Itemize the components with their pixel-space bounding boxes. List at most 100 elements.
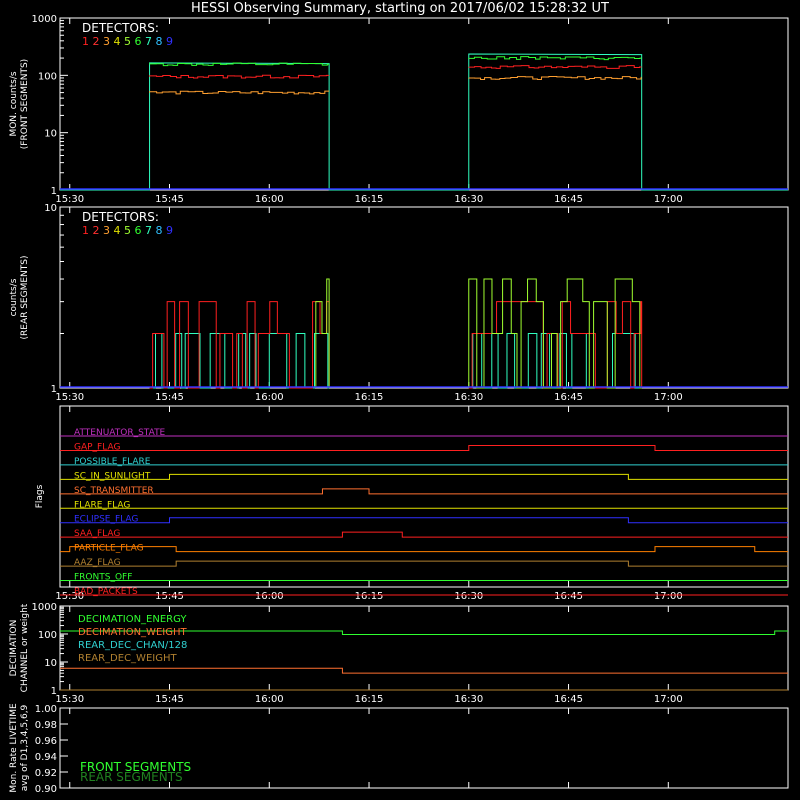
x-tick-label: 16:45 bbox=[554, 194, 583, 205]
chart-title: HESSI Observing Summary, starting on 201… bbox=[191, 1, 609, 16]
x-tick-label: 15:45 bbox=[155, 591, 184, 602]
series-line bbox=[60, 53, 788, 191]
x-tick-label: 17:00 bbox=[654, 194, 683, 205]
x-tick-label: 16:30 bbox=[454, 392, 483, 403]
series-line bbox=[149, 90, 330, 95]
y-tick-label: 0.98 bbox=[35, 720, 57, 731]
legend-entry: DECIMATION_WEIGHT bbox=[78, 627, 187, 638]
panel1-yticks: 1 10 100 1000 bbox=[32, 14, 68, 197]
y-tick-label: 0.96 bbox=[35, 736, 57, 747]
y-axis-label: avg of D1,3,4,5,6,9 bbox=[20, 704, 30, 791]
panel2-legend: DETECTORS:1 2 3 4 5 6 7 8 9 bbox=[82, 210, 173, 237]
y-axis-label: Flags bbox=[35, 484, 45, 508]
series-line bbox=[468, 76, 642, 80]
panel5-ylabel: Mon. Rate LIVETIME avg of D1,3,4,5,6,9 bbox=[9, 703, 30, 793]
y-tick-label: 10 bbox=[44, 129, 57, 140]
legend-entry: 9 bbox=[166, 35, 173, 48]
legend-entry: REAR_DEC_CHAN/128 bbox=[78, 640, 187, 651]
legend-entry: 7 bbox=[145, 35, 152, 48]
y-tick-label: 100 bbox=[38, 630, 57, 641]
series-line bbox=[60, 667, 788, 674]
series-line bbox=[149, 74, 330, 79]
x-tick-label: 16:00 bbox=[255, 591, 284, 602]
series-line bbox=[468, 301, 643, 389]
panel-frame bbox=[59, 405, 789, 588]
legend-title: DETECTORS: bbox=[82, 210, 159, 224]
y-tick-label: 10 bbox=[44, 203, 57, 214]
y-axis-label: Mon. Rate LIVETIME bbox=[9, 703, 19, 793]
legend-entry: 8 bbox=[156, 224, 163, 237]
legend-entry: 8 bbox=[156, 35, 163, 48]
series-line bbox=[468, 333, 642, 389]
observing-summary-chart: HESSI Observing Summary, starting on 201… bbox=[9, 1, 789, 795]
flag-line bbox=[60, 444, 788, 451]
legend-entry: REAR SEGMENTS bbox=[80, 770, 183, 784]
y-tick-label: 1000 bbox=[32, 602, 57, 613]
panel3-flags: ATTENUATOR_STATEGAP_FLAGPOSSIBLE_FLARESC… bbox=[60, 428, 788, 597]
legend-entry: 2 bbox=[93, 35, 100, 48]
panel1-series bbox=[60, 53, 788, 191]
x-tick-label: 16:45 bbox=[554, 694, 583, 705]
flag-line bbox=[60, 517, 788, 524]
legend-entry: 3 bbox=[103, 224, 110, 237]
x-tick-label: 17:00 bbox=[654, 392, 683, 403]
flag-line bbox=[60, 546, 788, 553]
panel5-axis: 0.900.920.940.960.981.00FRONT SEGMENTSRE… bbox=[35, 704, 191, 795]
x-tick-label: 15:45 bbox=[155, 194, 184, 205]
y-tick-label: 1000 bbox=[32, 14, 57, 25]
series-line bbox=[468, 56, 642, 61]
x-tick-label: 16:30 bbox=[454, 591, 483, 602]
y-tick-label: 1 bbox=[51, 186, 57, 197]
panel2-ylabel: counts/s (REAR SEGMENTS) bbox=[9, 255, 30, 339]
legend-entry: 1 bbox=[82, 35, 89, 48]
series-line bbox=[149, 333, 330, 389]
x-tick-label: 15:30 bbox=[55, 694, 84, 705]
legend-entry: DECIMATION_ENERGY bbox=[78, 614, 187, 625]
x-tick-label: 15:45 bbox=[155, 392, 184, 403]
y-tick-label: 1 bbox=[51, 384, 57, 395]
panel4-series: DECIMATION_ENERGY DECIMATION_WEIGHT REAR_D… bbox=[60, 614, 788, 691]
legend-title: DETECTORS: bbox=[82, 21, 159, 35]
series-line bbox=[468, 65, 642, 69]
panels: 15:30 15:45 16:00 16:15 16:30 16:45 17:00 15:30… bbox=[9, 14, 789, 795]
legend-entry: 7 bbox=[145, 224, 152, 237]
legend-entry: 1 bbox=[82, 224, 89, 237]
legend-entry: 3 bbox=[103, 35, 110, 48]
y-axis-label: DECIMATION bbox=[9, 620, 19, 677]
panel4-ylabel: DECIMATION CHANNEL or weight bbox=[9, 603, 30, 692]
y-axis-label: (REAR SEGMENTS) bbox=[20, 255, 30, 339]
flag-line bbox=[60, 531, 788, 538]
panel1-legend: DETECTORS:1 2 3 4 5 6 7 8 9 bbox=[82, 21, 173, 48]
x-tick-label: 16:15 bbox=[355, 194, 384, 205]
x-tick-label: 17:00 bbox=[654, 694, 683, 705]
panel2-yticks: 1 10 bbox=[44, 203, 68, 395]
x-tick-label: 16:45 bbox=[554, 591, 583, 602]
x-tick-label: 16:00 bbox=[255, 194, 284, 205]
legend-entry: REAR_DEC_WEIGHT bbox=[78, 653, 177, 664]
y-tick-label: 10 bbox=[44, 658, 57, 669]
y-tick-label: 1.00 bbox=[35, 704, 57, 715]
flag-line bbox=[60, 488, 788, 495]
legend-entry: 4 bbox=[114, 35, 121, 48]
legend-entry: 5 bbox=[124, 224, 131, 237]
x-tick-label: 16:00 bbox=[255, 392, 284, 403]
legend-entry: 6 bbox=[135, 35, 142, 48]
y-tick-label: 0.90 bbox=[35, 784, 57, 795]
x-tick-label: 16:45 bbox=[554, 392, 583, 403]
y-axis-label: CHANNEL or weight bbox=[20, 603, 30, 692]
x-tick-label: 16:15 bbox=[355, 694, 384, 705]
flag-line bbox=[60, 560, 788, 567]
legend-entry: 2 bbox=[93, 224, 100, 237]
y-axis-label: (FRONT SEGMENTS) bbox=[20, 59, 30, 149]
y-axis-label: MON. counts/s bbox=[9, 71, 19, 136]
x-tick-label: 15:30 bbox=[55, 392, 84, 403]
panel1-ylabel: MON. counts/s (FRONT SEGMENTS) bbox=[9, 59, 30, 149]
y-tick-label: 100 bbox=[38, 71, 57, 82]
series-line bbox=[149, 301, 330, 389]
x-tick-label: 17:00 bbox=[654, 591, 683, 602]
flag-line bbox=[60, 473, 788, 480]
y-tick-label: 0.92 bbox=[35, 768, 57, 779]
x-tick-label: 16:15 bbox=[355, 591, 384, 602]
legend-entry: 5 bbox=[124, 35, 131, 48]
x-tick-label: 15:30 bbox=[55, 194, 84, 205]
